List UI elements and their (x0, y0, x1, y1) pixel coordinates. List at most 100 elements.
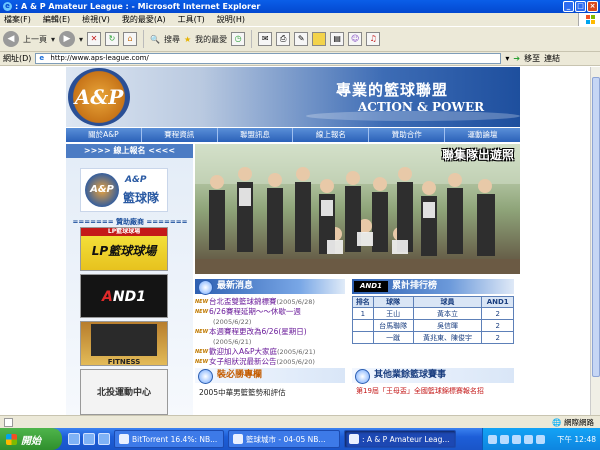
team-logo[interactable]: A&P A&P 籃球隊 (80, 168, 168, 212)
stop-icon[interactable]: ✕ (87, 32, 102, 46)
task-ap-league[interactable]: : A & P Amateur Leag... (344, 430, 456, 448)
address-dropdown-icon[interactable]: ▾ (505, 54, 509, 63)
task-label: : A & P Amateur Leag... (362, 434, 450, 444)
news-item[interactable]: NEW 6/26賽程延期～～休歇一週 (2005/6/22) (195, 307, 345, 327)
search-icon[interactable]: 🔍 (150, 35, 160, 44)
search-button-label[interactable]: 搜尋 (164, 34, 180, 45)
edit-icon[interactable]: ✎ (294, 32, 309, 46)
refresh-icon[interactable]: ↻ (105, 32, 120, 46)
minimize-button[interactable]: _ (563, 1, 574, 12)
quick-launch (68, 433, 110, 445)
vertical-scrollbar[interactable] (590, 67, 600, 415)
sponsor-fitness-image (91, 324, 157, 356)
favorites-star-icon[interactable]: ★ (184, 35, 191, 44)
clock[interactable]: 下午 12:48 (557, 434, 596, 445)
news-item-text[interactable]: 6/26賽程延期～～休歇一週 (209, 307, 301, 316)
toolbar-separator (143, 30, 145, 48)
links-label[interactable]: 連結 (544, 53, 560, 64)
news-item-text[interactable]: 歡迎加入A&P大家庭 (209, 347, 277, 356)
cell-rank (352, 331, 374, 344)
quick-launch-icon[interactable] (98, 433, 110, 445)
sponsor-lp-main: LP籃球球場 (91, 244, 157, 258)
menu-help[interactable]: 說明(H) (217, 14, 245, 25)
quick-launch-icon[interactable] (83, 433, 95, 445)
nav-about[interactable]: 關於A&P (66, 128, 142, 142)
sponsor-lp-court[interactable]: LP籃球球場 LP籃球球場 (80, 227, 168, 271)
menu-file[interactable]: 檔案(F) (4, 14, 31, 25)
tray-icon[interactable] (488, 434, 497, 444)
news-item-date: (2005/6/20) (276, 358, 315, 366)
cell-score: 2 (481, 331, 514, 344)
sponsor-and1[interactable]: AND1 (80, 274, 168, 318)
tray-icon[interactable] (536, 434, 545, 444)
address-label: 網址(D) (3, 54, 32, 63)
close-button[interactable]: × (587, 1, 598, 12)
news-item[interactable]: NEW 女子組狀況最新公告(2005/6/20) (195, 357, 345, 367)
cumulative-ranking: AND1 累計排行榜 排名 球隊 球員 AND1 1 王山 黃本立 2 台馬聯隊… (352, 279, 514, 365)
menu-edit[interactable]: 編輯(E) (43, 14, 70, 25)
address-input[interactable]: http://www.aps-league.com/ (35, 53, 502, 64)
nav-sponsor[interactable]: 贊助合作 (369, 128, 446, 142)
news-item[interactable]: NEW 歡迎加入A&P大家庭(2005/6/21) (195, 347, 345, 357)
tray-icon[interactable] (512, 434, 521, 444)
news-item-date: (2005/6/21) (277, 348, 316, 356)
mail-icon[interactable]: ✉ (258, 32, 273, 46)
news-heading: 最新消息 (195, 279, 345, 295)
menu-view[interactable]: 檢視(V) (82, 14, 110, 25)
new-badge: NEW (195, 359, 209, 365)
favorites-button-label[interactable]: 我的最愛 (195, 34, 227, 45)
signup-link[interactable]: >>>> 線上報名 <<<< (66, 144, 193, 158)
must-win-heading: 裝必勝專欄 (195, 368, 345, 384)
print-icon[interactable]: ⎙ (276, 32, 291, 46)
banner-subtitle: ACTION & POWER (358, 100, 485, 114)
col-team: 球隊 (372, 296, 414, 308)
back-arrow-icon[interactable]: ◀ (3, 31, 19, 47)
nav-league-news[interactable]: 聯盟訊息 (218, 128, 294, 142)
other-games-link[interactable]: 第19屆「王母盃」全國籃球錦標賽報名招 (352, 387, 514, 396)
task-bittorrent[interactable]: BitTorrent 16.4%: NB... (114, 430, 224, 448)
news-item-text[interactable]: 台北盃雙籃球錦標賽 (209, 297, 277, 306)
folder-icon[interactable] (312, 32, 327, 46)
news-item[interactable]: NEW 台北盃雙籃球錦標賽(2005/6/28) (195, 297, 345, 307)
news-item[interactable]: NEW 本週賽程更改為6/26(星期日) (2005/6/21) (195, 327, 345, 347)
tray-icon[interactable] (500, 434, 509, 444)
table-row: 台馬聯隊 吳信暉 2 (352, 319, 514, 332)
window-title: : A & P Amateur League : - Microsoft Int… (15, 2, 261, 11)
maximize-button[interactable]: □ (575, 1, 586, 12)
site-nav: 關於A&P 賽程資訊 聯盟訊息 線上報名 贊助合作 運動論壇 (66, 128, 520, 142)
sponsor-fitness[interactable]: FITNESS (80, 321, 168, 366)
messenger-icon[interactable]: ☺ (348, 32, 363, 46)
team-logo-ball: A&P (85, 173, 119, 207)
home-icon[interactable]: ⌂ (123, 32, 138, 46)
task-basketball-city[interactable]: 籃球城市 - 04-05 NB... (228, 430, 340, 448)
quick-launch-icon[interactable] (68, 433, 80, 445)
back-dropdown-icon[interactable]: ▾ (51, 35, 55, 44)
sponsor-and1-a: A (102, 289, 113, 305)
start-button[interactable]: 開始 (0, 428, 62, 450)
back-button-label[interactable]: 上一頁 (23, 34, 47, 45)
go-arrow-icon[interactable]: ➔ (513, 54, 520, 63)
research-icon[interactable]: ▤ (330, 32, 345, 46)
history-icon[interactable]: ◷ (231, 32, 246, 46)
nav-signup[interactable]: 線上報名 (293, 128, 370, 142)
forward-dropdown-icon[interactable]: ▾ (79, 35, 83, 44)
cell-player: 吳信暉 (412, 319, 483, 332)
menu-tools[interactable]: 工具(T) (178, 14, 205, 25)
news-item-text[interactable]: 本週賽程更改為6/26(星期日) (209, 327, 307, 336)
scrollbar-thumb[interactable] (592, 77, 600, 377)
news-item-text[interactable]: 女子組狀況最新公告 (209, 357, 277, 366)
tray-icon[interactable] (524, 434, 533, 444)
site-logo[interactable]: A&P (68, 68, 130, 126)
forward-arrow-icon[interactable]: ▶ (59, 31, 76, 47)
zone-label: 網際網路 (564, 418, 594, 427)
cell-team: 台馬聯隊 (372, 319, 414, 332)
table-row: 一蹴 黃兆東、陳俊宇 2 (352, 331, 514, 344)
go-button[interactable]: 移至 (524, 53, 540, 64)
sponsor-beitou-sports-center[interactable]: 北投運動中心 (80, 369, 168, 415)
nav-forum[interactable]: 運動論壇 (445, 128, 520, 142)
must-win-article-link[interactable]: 2005中華男籃籃勢和評估 (195, 387, 345, 398)
media-icon[interactable]: ♫ (366, 32, 381, 46)
menu-favorites[interactable]: 我的最愛(A) (122, 14, 166, 25)
team-photo-image (195, 144, 520, 274)
nav-schedule[interactable]: 賽程資訊 (142, 128, 218, 142)
